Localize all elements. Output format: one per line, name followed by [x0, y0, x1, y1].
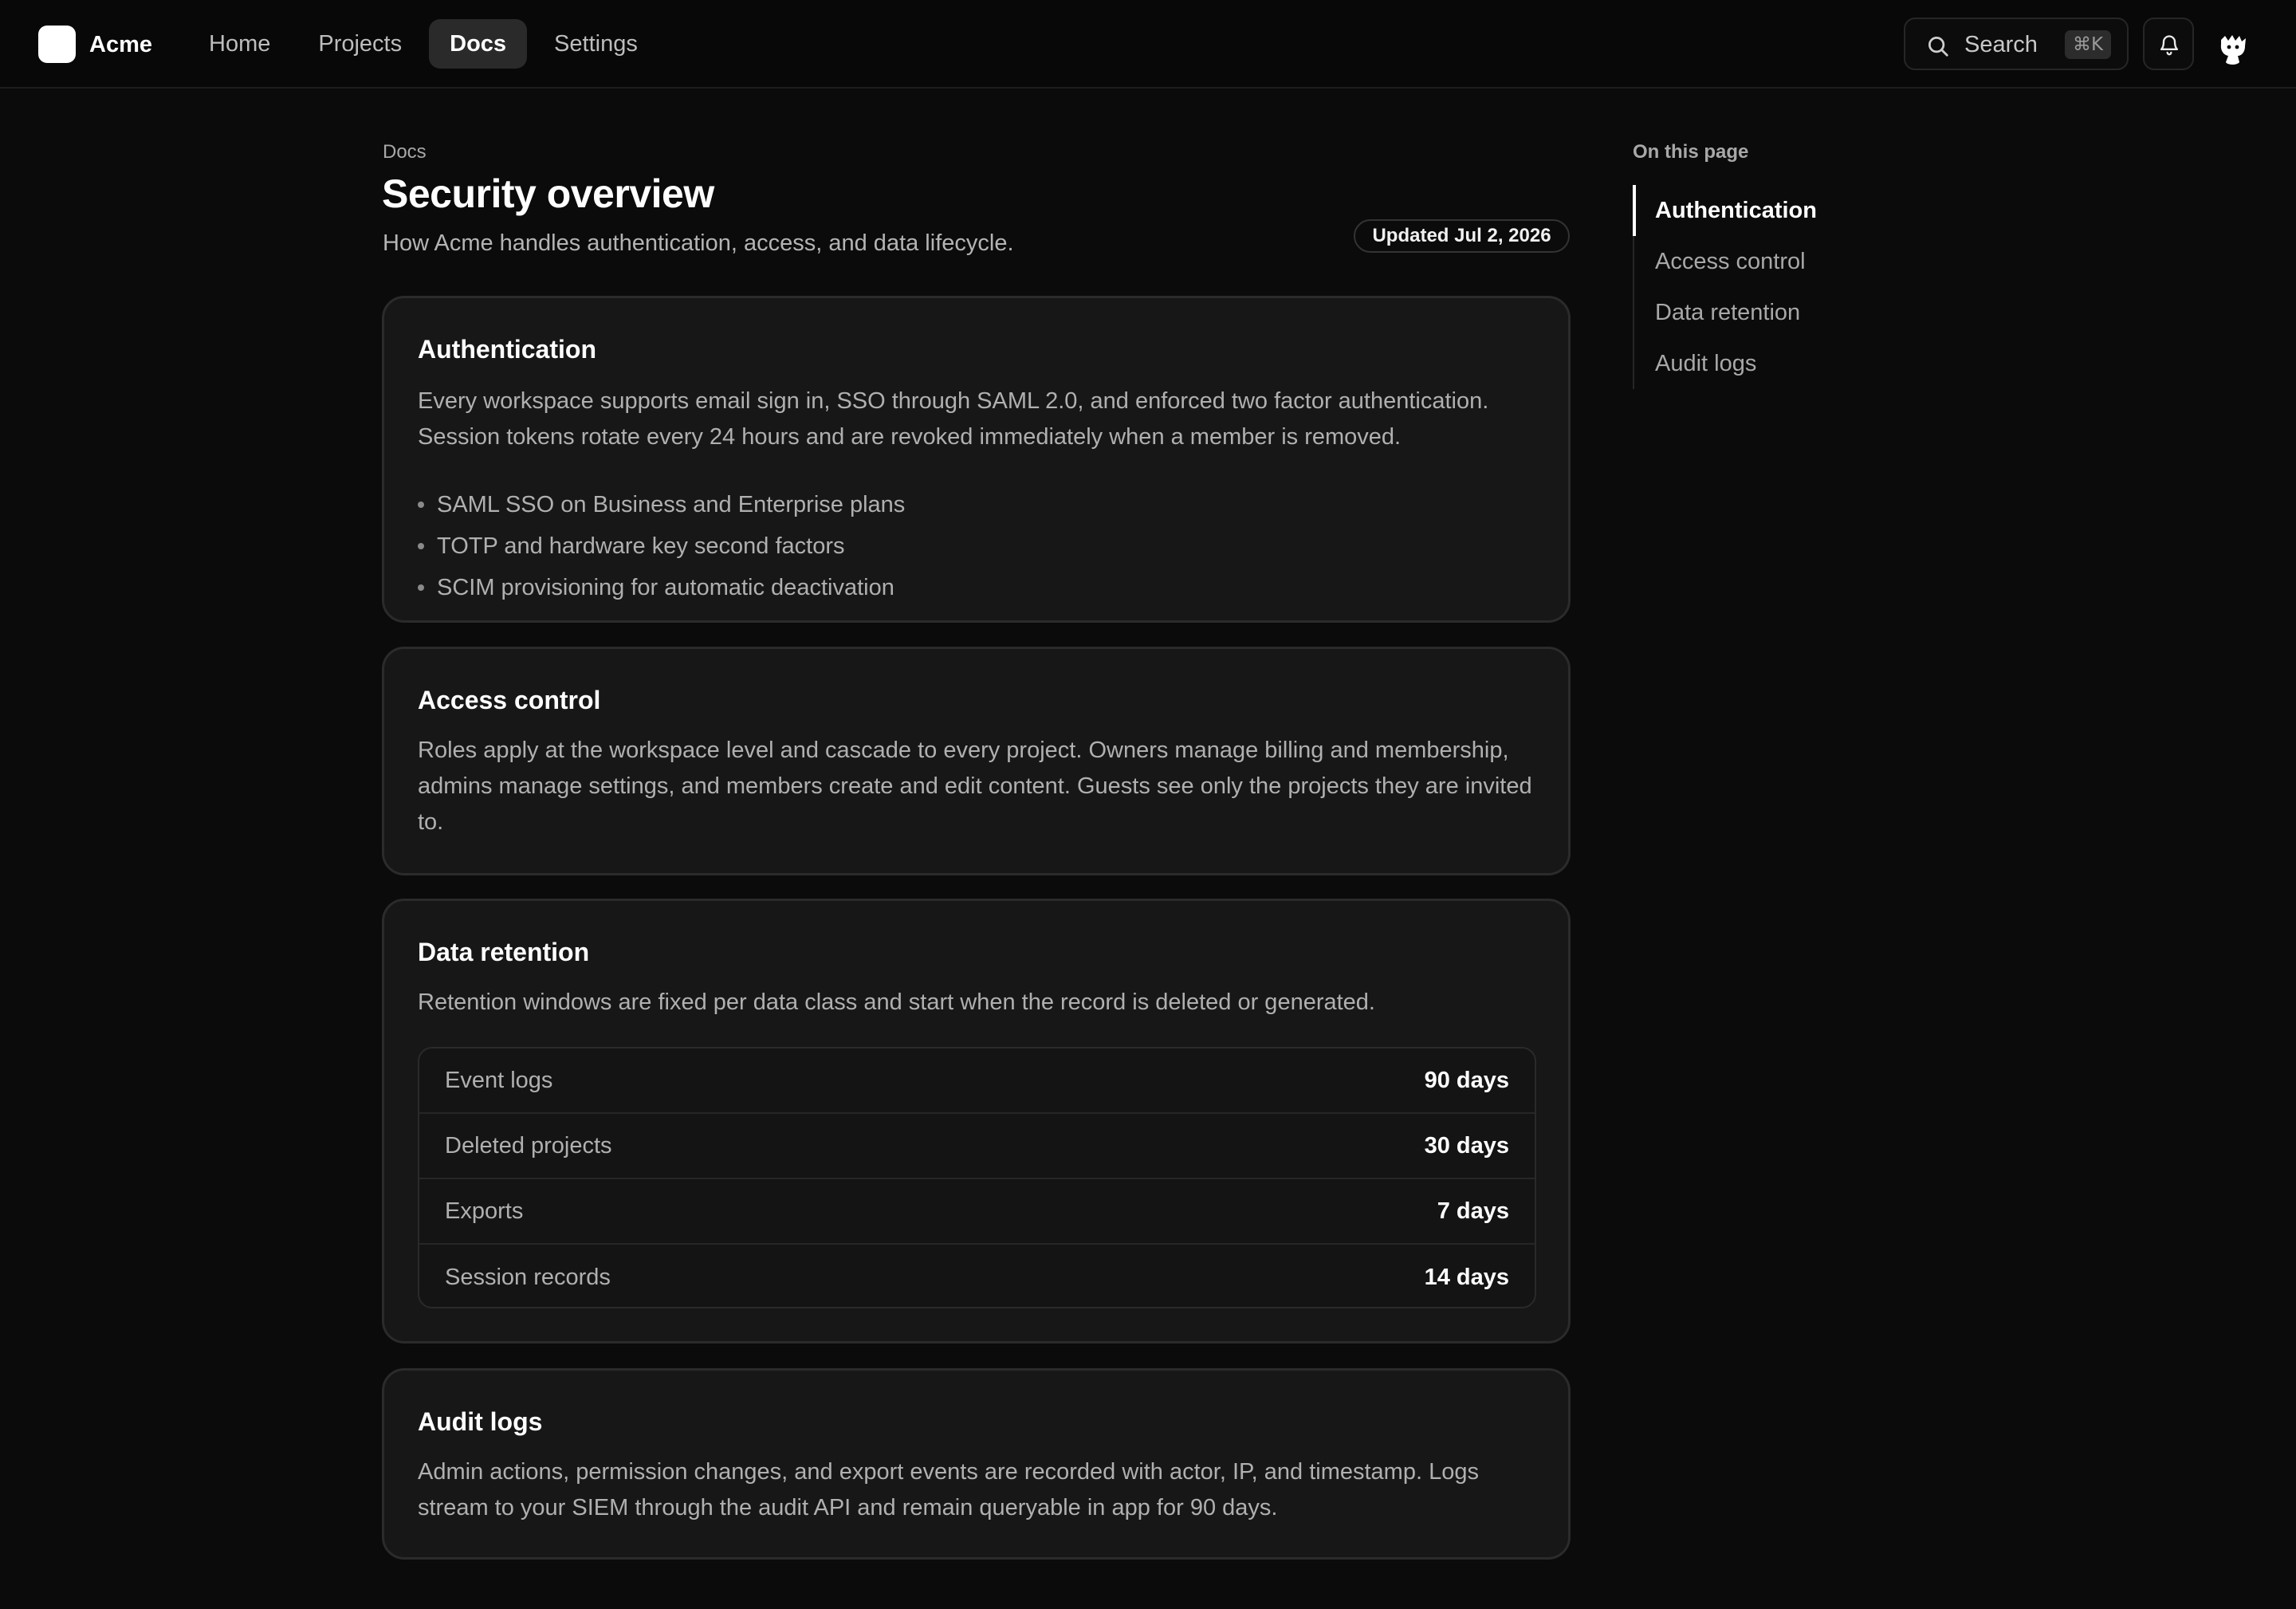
bell-icon: [2160, 35, 2179, 56]
nav-item-docs[interactable]: Docs: [429, 19, 528, 69]
list-item: TOTP and hardware key second factors: [418, 525, 905, 567]
retention-value: 7 days: [1437, 1198, 1509, 1224]
authentication-body: Every workspace supports email sign in, …: [418, 388, 1489, 450]
authentication-feature-list: SAML SSO on Business and Enterprise plan…: [418, 484, 905, 608]
retention-table: Event logs 90 days Deleted projects 30 d…: [418, 1047, 1536, 1308]
on-this-page-nav: Authentication Access control Data reten…: [1633, 185, 1872, 389]
section-title-access-control: Access control: [418, 686, 601, 714]
page-title: Security overview: [382, 171, 714, 216]
nav-item-projects[interactable]: Projects: [297, 19, 423, 69]
toc-heading: On this page: [1633, 141, 1749, 163]
nav-item-home[interactable]: Home: [188, 19, 291, 69]
updated-date-badge: Updated Jul 2, 2026: [1354, 219, 1570, 253]
section-title-audit-logs: Audit logs: [418, 1407, 543, 1436]
retention-label: Deleted projects: [445, 1132, 612, 1159]
data-retention-card: Data retention Retention windows are fix…: [382, 899, 1571, 1343]
table-row: Deleted projects 30 days: [419, 1114, 1535, 1179]
table-row: Session records 14 days: [419, 1245, 1535, 1307]
toc-item-access-control[interactable]: Access control: [1634, 236, 1872, 287]
search-label: Search: [1964, 32, 2038, 57]
search-button[interactable]: Search ⌘K: [1904, 18, 2129, 70]
toc-item-authentication[interactable]: Authentication: [1633, 185, 1872, 236]
retention-value: 30 days: [1424, 1132, 1509, 1159]
search-shortcut-badge: ⌘K: [2065, 30, 2111, 59]
toc-item-audit-logs[interactable]: Audit logs: [1634, 338, 1872, 389]
nav-item-settings[interactable]: Settings: [533, 19, 659, 69]
table-row: Event logs 90 days: [419, 1048, 1535, 1114]
brand-name[interactable]: Acme: [89, 30, 152, 59]
acme-logo-icon[interactable]: [38, 26, 76, 63]
table-row: Exports 7 days: [419, 1179, 1535, 1245]
breadcrumb[interactable]: Docs: [383, 140, 427, 164]
top-navigation-bar: Acme Home Projects Docs Settings Search …: [0, 0, 2296, 89]
retention-value: 90 days: [1424, 1067, 1509, 1093]
toc-item-data-retention[interactable]: Data retention: [1634, 287, 1872, 338]
list-item: SAML SSO on Business and Enterprise plan…: [418, 484, 905, 525]
authentication-card: Authentication Every workspace supports …: [382, 296, 1571, 623]
section-title-data-retention: Data retention: [418, 938, 590, 966]
notifications-button[interactable]: [2143, 18, 2194, 70]
audit-logs-card: Audit logs Admin actions, permission cha…: [382, 1368, 1571, 1560]
retention-label: Exports: [445, 1198, 524, 1224]
list-item: SCIM provisioning for automatic deactiva…: [418, 567, 905, 608]
section-title-authentication: Authentication: [418, 335, 596, 364]
data-retention-body: Retention windows are fixed per data cla…: [418, 989, 1375, 1015]
search-icon: [1928, 37, 1948, 57]
access-control-card: Access control Roles apply at the worksp…: [382, 647, 1571, 875]
retention-label: Session records: [445, 1264, 611, 1290]
retention-label: Event logs: [445, 1067, 553, 1093]
user-avatar[interactable]: [2213, 29, 2253, 69]
page-subtitle: How Acme handles authentication, access,…: [383, 230, 1014, 256]
retention-value: 14 days: [1424, 1264, 1509, 1290]
main-nav: Home Projects Docs Settings: [188, 19, 659, 69]
access-control-body: Roles apply at the workspace level and c…: [418, 738, 1532, 835]
audit-logs-body: Admin actions, permission changes, and e…: [418, 1459, 1479, 1520]
